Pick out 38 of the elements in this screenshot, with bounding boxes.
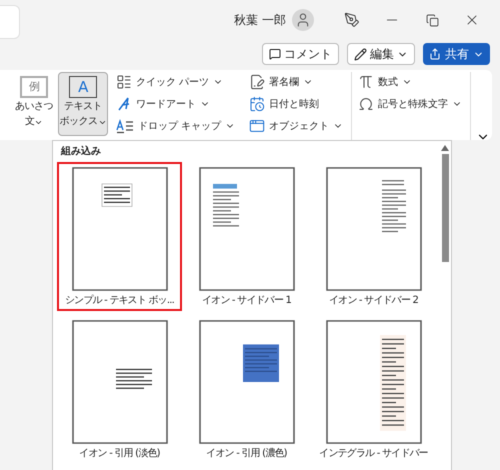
ribbon-item[interactable]: 署名欄 [249,72,344,92]
ribbon-item[interactable]: クイック パーツ [116,72,236,92]
pencil-icon [354,48,367,60]
comment-icon [269,48,281,60]
gallery-item[interactable]: イオン - 引用 (淡色) [57,315,182,464]
ribbon-item[interactable]: ワードアート [116,94,236,114]
gallery-item[interactable]: イオン - サイドバー 1 [184,162,309,311]
ribbon-item[interactable]: 日付と時刻 [249,94,344,114]
avatar-icon[interactable] [292,9,314,31]
share-button[interactable]: 共有 [423,43,490,65]
gallery-heading: 組み込み [61,145,102,159]
quick-parts-icon [116,74,132,90]
omega-icon [358,96,374,112]
pi-icon [358,74,374,90]
ribbon-item[interactable]: ドロップ キャップ [116,116,236,136]
edit-button[interactable]: 編集 [347,43,415,65]
greeting-button[interactable]: 例 あいさつ 文 [12,72,56,136]
gallery-item[interactable]: イオン - 引用 (濃色) [184,315,309,464]
comment-button[interactable]: コメント [262,43,339,65]
text-box-button[interactable]: A テキスト ボックス [58,72,108,136]
window-icon [249,118,266,134]
restore-icon[interactable] [426,14,438,26]
gallery-item[interactable]: シンプル - テキスト ボッ... [57,162,182,311]
scrollbar-thumb[interactable] [442,154,448,262]
ribbon-item[interactable]: 数式 [358,72,462,92]
pen-icon[interactable] [344,12,360,28]
ribbon-item[interactable]: オブジェクト [249,116,344,136]
drop-cap-icon [116,118,134,134]
calendar-clock-icon [249,96,266,112]
share-icon [429,48,441,60]
user-name: 秋葉 一郎 [234,12,286,28]
scroll-up-icon[interactable] [441,145,449,151]
ribbon-item[interactable]: 記号と特殊文字 [358,94,462,114]
signature-icon [249,74,266,90]
search-field[interactable] [0,5,20,39]
gallery-item[interactable]: インテグラル - サイドバー [311,315,436,464]
gallery-item[interactable]: イオン - サイドバー 2 [311,162,436,311]
wordart-icon [116,96,132,112]
